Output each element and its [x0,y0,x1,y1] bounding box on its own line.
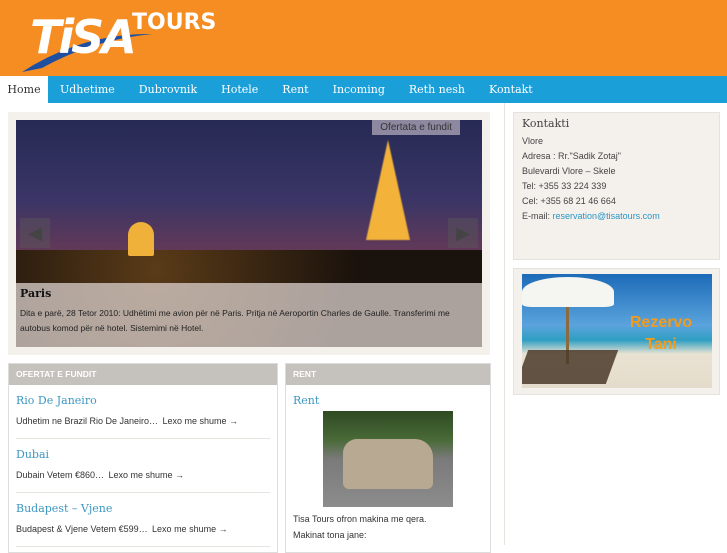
contact-address: Adresa : Rr."Sadik Zotaj" [522,151,621,161]
logo-text: TiSA [30,10,137,64]
panel-title: OFERTAT E FUNDIT [9,364,277,385]
logo-text-tours: TOURS [132,10,217,35]
contact-title: Kontakti [522,117,570,130]
umbrella [522,277,614,307]
list-item: Rio De Janeiro Udhetim ne Brazil Rio De … [16,385,270,439]
slide-image-paris[interactable]: Ofertata e fundit ◀ ▶ Paris Dita e parë,… [16,120,482,347]
main-nav: Home Udhetime Dubrovnik Hotele Rent Inco… [0,76,727,103]
dome [128,222,154,256]
read-more-link[interactable]: Lexo me shume → [109,470,185,480]
read-more-link[interactable]: Lexo me shume → [152,524,228,534]
beach-image: Rezervo Tani [522,274,712,388]
car-body [343,439,433,489]
nav-udhetime[interactable]: Udhetime [48,76,127,103]
offer-title-link[interactable]: Budapest – Vjene [16,502,270,515]
offer-text: Budapest & Vjene Vetem €599… [16,524,148,534]
nav-incoming[interactable]: Incoming [321,76,397,103]
column-divider [504,103,505,545]
slide-caption: Paris Dita e parë, 28 Tetor 2010: Udhëti… [16,283,482,347]
rent-title-link[interactable]: Rent [293,394,483,407]
eiffel-tower [366,140,410,240]
contact-box: Kontakti Vlore Adresa : Rr."Sadik Zotaj"… [513,112,720,260]
nav-hotele[interactable]: Hotele [209,76,270,103]
prev-arrow-icon[interactable]: ◀ [20,218,50,248]
nav-rent[interactable]: Rent [270,76,320,103]
reserve-line1: Rezervo [629,314,693,331]
reserve-banner[interactable]: Rezervo Tani [513,268,720,395]
nav-kontakt[interactable]: Kontakt [477,76,545,103]
offer-text: Dubain Vetem €860… [16,470,105,480]
rent-panel: RENT Rent Tisa Tours ofron makina me qer… [285,363,491,553]
read-more-link[interactable]: Lexo me shume → [163,416,239,426]
rent-text: Tisa Tours ofron makina me qera. Makinat… [286,507,490,547]
contact-cel: Cel: +355 68 21 46 664 [522,196,616,206]
offer-text: Udhetim ne Brazil Rio De Janeiro… [16,416,159,426]
slide-badge: Ofertata e fundit [372,120,460,135]
nav-home[interactable]: Home [0,76,48,103]
contact-city: Vlore [522,136,544,146]
email-label: E-mail: [522,211,553,221]
contact-street: Bulevardi Vlore – Skele [522,166,616,176]
beach-chairs [522,350,619,384]
rent-line2: Makinat tona jane: [293,530,367,540]
slide-text: Dita e parë, 28 Tetor 2010: Udhëtimi me … [20,308,450,333]
reserve-line2: Tani [645,336,677,353]
contact-email-row: E-mail: reservation@tisatours.com [522,209,711,224]
list-item: Dubai Dubain Vetem €860… Lexo me shume → [16,439,270,493]
featured-slider: Ofertata e fundit ◀ ▶ Paris Dita e parë,… [8,112,490,355]
contact-tel: Tel: +355 33 224 339 [522,181,607,191]
nav-reth-nesh[interactable]: Reth nesh [397,76,477,103]
panel-title: RENT [286,364,490,385]
offer-title-link[interactable]: Dubai [16,448,270,461]
logo[interactable]: TiSA TOURS [22,8,216,74]
reserve-text: Rezervo Tani [616,312,706,356]
offer-title-link[interactable]: Rio De Janeiro [16,394,270,407]
car-image[interactable] [323,411,453,507]
email-link[interactable]: reservation@tisatours.com [553,211,660,221]
latest-offers-panel: OFERTAT E FUNDIT Rio De Janeiro Udhetim … [8,363,278,553]
list-item: Budapest – Vjene Budapest & Vjene Vetem … [16,493,270,547]
next-arrow-icon[interactable]: ▶ [448,218,478,248]
header: TiSA TOURS [0,0,727,76]
slide-title: Paris [20,287,52,300]
rent-line1: Tisa Tours ofron makina me qera. [293,514,427,524]
nav-dubrovnik[interactable]: Dubrovnik [127,76,209,103]
